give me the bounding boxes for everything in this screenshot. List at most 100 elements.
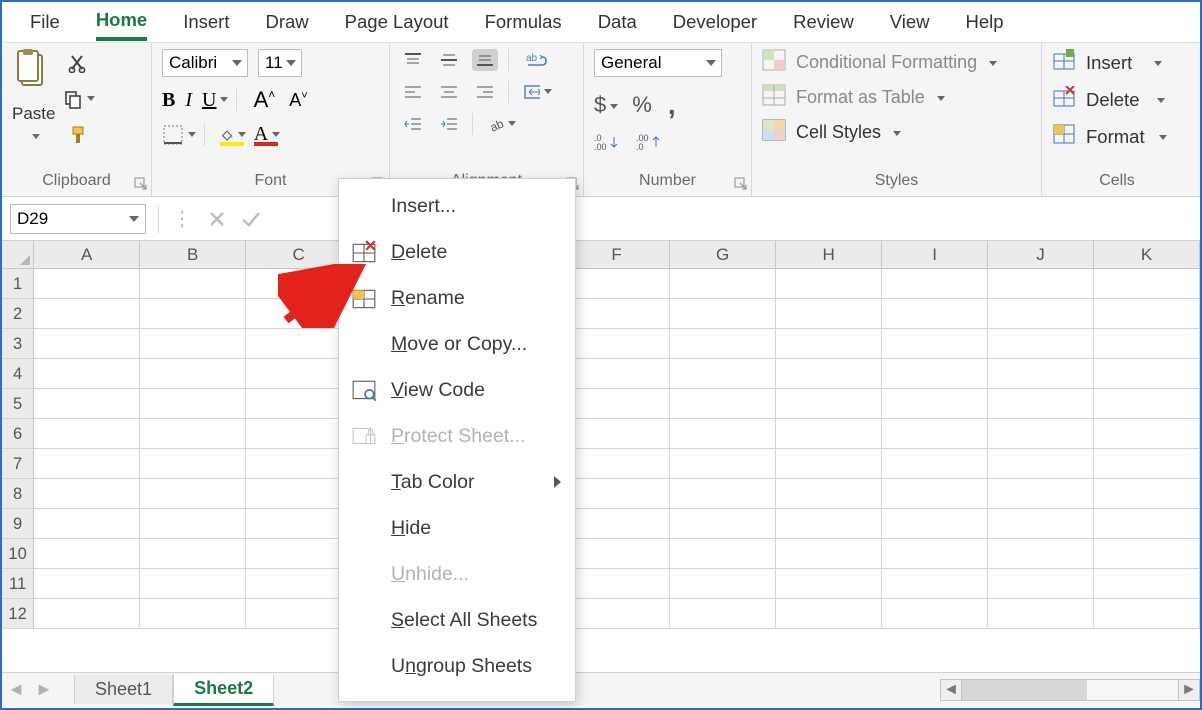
cell[interactable] bbox=[670, 479, 776, 508]
cell[interactable] bbox=[988, 359, 1094, 388]
cm-view-code[interactable]: View Code bbox=[339, 367, 575, 413]
col-header[interactable]: F bbox=[564, 241, 670, 268]
align-right-button[interactable] bbox=[472, 81, 498, 103]
cell[interactable] bbox=[140, 509, 246, 538]
horizontal-scrollbar[interactable]: ◄ ► bbox=[940, 679, 1200, 701]
cell[interactable] bbox=[776, 539, 882, 568]
cell[interactable] bbox=[34, 269, 140, 298]
cell[interactable] bbox=[34, 599, 140, 628]
cell[interactable] bbox=[776, 269, 882, 298]
cell[interactable] bbox=[776, 299, 882, 328]
cell[interactable] bbox=[140, 449, 246, 478]
font-size-select[interactable] bbox=[258, 49, 302, 77]
cm-rename[interactable]: Rename bbox=[339, 275, 575, 321]
cell[interactable] bbox=[1094, 389, 1200, 418]
row-header[interactable]: 7 bbox=[2, 449, 34, 478]
cells-delete-button[interactable]: Delete bbox=[1052, 86, 1165, 113]
cell[interactable] bbox=[882, 389, 988, 418]
cell[interactable] bbox=[246, 269, 352, 298]
cell[interactable] bbox=[564, 509, 670, 538]
cell[interactable] bbox=[882, 299, 988, 328]
comma-format-button[interactable]: , bbox=[668, 89, 676, 121]
cell[interactable] bbox=[776, 329, 882, 358]
cell[interactable] bbox=[882, 479, 988, 508]
cell[interactable] bbox=[670, 449, 776, 478]
cell[interactable] bbox=[1094, 479, 1200, 508]
cell[interactable] bbox=[246, 539, 352, 568]
cell[interactable] bbox=[564, 389, 670, 418]
cell[interactable] bbox=[882, 599, 988, 628]
cell[interactable] bbox=[988, 389, 1094, 418]
cell[interactable] bbox=[670, 599, 776, 628]
tab-insert[interactable]: Insert bbox=[183, 5, 229, 39]
cell[interactable] bbox=[564, 599, 670, 628]
col-header[interactable]: G bbox=[670, 241, 776, 268]
dlg-number[interactable] bbox=[733, 176, 749, 192]
fill-color-button[interactable] bbox=[220, 123, 244, 146]
align-middle-button[interactable] bbox=[436, 49, 462, 71]
cm-select-all-sheets[interactable]: Select All Sheets bbox=[339, 597, 575, 643]
align-top-button[interactable] bbox=[400, 49, 426, 71]
cell[interactable] bbox=[34, 509, 140, 538]
cell[interactable] bbox=[34, 359, 140, 388]
cell[interactable] bbox=[140, 269, 246, 298]
scroll-left-button[interactable]: ◄ bbox=[940, 679, 962, 701]
format-as-table-button[interactable]: Format as Table bbox=[762, 84, 995, 111]
row-header[interactable]: 11 bbox=[2, 569, 34, 598]
cell[interactable] bbox=[34, 449, 140, 478]
cell[interactable] bbox=[246, 449, 352, 478]
cell[interactable] bbox=[670, 299, 776, 328]
cell[interactable] bbox=[564, 419, 670, 448]
format-painter-button[interactable] bbox=[68, 125, 88, 145]
cell[interactable] bbox=[564, 479, 670, 508]
cell[interactable] bbox=[670, 419, 776, 448]
cell[interactable] bbox=[882, 509, 988, 538]
cell[interactable] bbox=[988, 509, 1094, 538]
cell[interactable] bbox=[776, 569, 882, 598]
cell[interactable] bbox=[140, 299, 246, 328]
row-header[interactable]: 10 bbox=[2, 539, 34, 568]
cell[interactable] bbox=[1094, 599, 1200, 628]
cell[interactable] bbox=[1094, 539, 1200, 568]
cell[interactable] bbox=[1094, 509, 1200, 538]
cell[interactable] bbox=[34, 479, 140, 508]
cell[interactable] bbox=[1094, 419, 1200, 448]
cell[interactable] bbox=[988, 419, 1094, 448]
cell[interactable] bbox=[246, 599, 352, 628]
cell[interactable] bbox=[1094, 269, 1200, 298]
tab-draw[interactable]: Draw bbox=[266, 5, 309, 39]
accounting-format-button[interactable]: $ bbox=[594, 92, 616, 118]
cell[interactable] bbox=[140, 539, 246, 568]
cell[interactable] bbox=[776, 449, 882, 478]
fx-handle-icon[interactable]: ⋮ bbox=[172, 206, 192, 231]
tab-page-layout[interactable]: Page Layout bbox=[345, 5, 449, 39]
decrease-font-button[interactable]: A˅ bbox=[286, 90, 310, 111]
cell[interactable] bbox=[246, 389, 352, 418]
row-header[interactable]: 3 bbox=[2, 329, 34, 358]
decrease-decimal-button[interactable]: .00.0 bbox=[636, 133, 660, 151]
cell[interactable] bbox=[140, 389, 246, 418]
sheet-tab-1[interactable]: Sheet1 bbox=[74, 675, 173, 704]
scroll-right-button[interactable]: ► bbox=[1178, 679, 1200, 701]
cell[interactable] bbox=[776, 599, 882, 628]
tab-formulas[interactable]: Formulas bbox=[485, 5, 562, 39]
cell[interactable] bbox=[882, 569, 988, 598]
cell[interactable] bbox=[882, 539, 988, 568]
tab-developer[interactable]: Developer bbox=[673, 5, 757, 39]
merge-center-button[interactable] bbox=[524, 81, 550, 103]
cell[interactable] bbox=[988, 269, 1094, 298]
cell[interactable] bbox=[1094, 299, 1200, 328]
cell[interactable] bbox=[140, 569, 246, 598]
increase-font-button[interactable]: A˄ bbox=[252, 87, 276, 113]
orientation-button[interactable]: ab bbox=[488, 113, 514, 135]
cell[interactable] bbox=[1094, 359, 1200, 388]
cells-format-button[interactable]: Format bbox=[1052, 123, 1165, 150]
increase-decimal-button[interactable]: .0.00 bbox=[594, 133, 618, 151]
col-header[interactable]: B bbox=[140, 241, 246, 268]
cell[interactable] bbox=[140, 419, 246, 448]
row-header[interactable]: 4 bbox=[2, 359, 34, 388]
row-header[interactable]: 8 bbox=[2, 479, 34, 508]
select-all-corner[interactable] bbox=[2, 241, 34, 268]
cell[interactable] bbox=[246, 329, 352, 358]
cell[interactable] bbox=[140, 329, 246, 358]
